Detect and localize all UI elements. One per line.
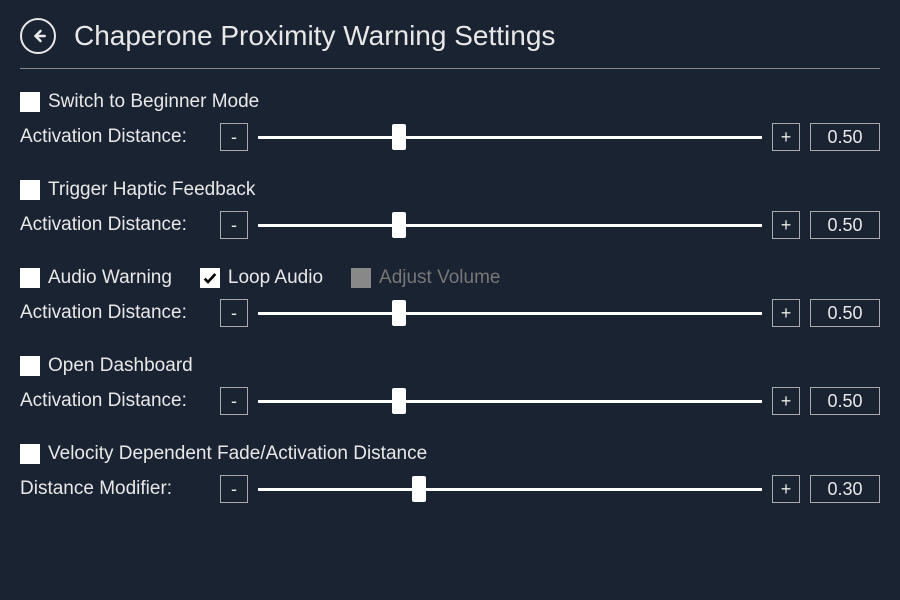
slider-track xyxy=(258,136,762,139)
velocity-plus-button[interactable]: + xyxy=(772,475,800,503)
beginner-mode-checkbox[interactable] xyxy=(20,92,40,112)
adjust-volume-checkbox xyxy=(351,268,371,288)
adjust-volume-label: Adjust Volume xyxy=(379,267,500,289)
section-beginner-mode: Switch to Beginner Mode Activation Dista… xyxy=(20,91,880,151)
haptic-slider[interactable] xyxy=(258,211,762,239)
slider-track xyxy=(258,488,762,491)
slider-handle[interactable] xyxy=(412,476,426,502)
slider-handle[interactable] xyxy=(392,300,406,326)
slider-track xyxy=(258,224,762,227)
loop-audio-checkbox[interactable] xyxy=(200,268,220,288)
audio-plus-button[interactable]: + xyxy=(772,299,800,327)
audio-minus-button[interactable]: - xyxy=(220,299,248,327)
slider-track xyxy=(258,312,762,315)
beginner-minus-button[interactable]: - xyxy=(220,123,248,151)
velocity-minus-button[interactable]: - xyxy=(220,475,248,503)
back-button[interactable] xyxy=(20,18,56,54)
slider-handle[interactable] xyxy=(392,124,406,150)
page-title: Chaperone Proximity Warning Settings xyxy=(74,20,555,52)
slider-handle[interactable] xyxy=(392,388,406,414)
audio-warning-label: Audio Warning xyxy=(48,267,172,289)
velocity-slider-label: Distance Modifier: xyxy=(20,478,210,500)
velocity-fade-checkbox[interactable] xyxy=(20,444,40,464)
haptic-slider-label: Activation Distance: xyxy=(20,214,210,236)
beginner-slider[interactable] xyxy=(258,123,762,151)
dashboard-slider-label: Activation Distance: xyxy=(20,390,210,412)
beginner-value[interactable]: 0.50 xyxy=(810,123,880,151)
audio-value[interactable]: 0.50 xyxy=(810,299,880,327)
audio-slider-label: Activation Distance: xyxy=(20,302,210,324)
section-open-dashboard: Open Dashboard Activation Distance: - + … xyxy=(20,355,880,415)
velocity-slider[interactable] xyxy=(258,475,762,503)
arrow-left-icon xyxy=(28,26,48,46)
beginner-mode-label: Switch to Beginner Mode xyxy=(48,91,259,113)
section-haptic-feedback: Trigger Haptic Feedback Activation Dista… xyxy=(20,179,880,239)
audio-slider[interactable] xyxy=(258,299,762,327)
beginner-slider-label: Activation Distance: xyxy=(20,126,210,148)
dashboard-value[interactable]: 0.50 xyxy=(810,387,880,415)
dashboard-plus-button[interactable]: + xyxy=(772,387,800,415)
header: Chaperone Proximity Warning Settings xyxy=(20,18,880,69)
loop-audio-label: Loop Audio xyxy=(228,267,323,289)
velocity-fade-label: Velocity Dependent Fade/Activation Dista… xyxy=(48,443,427,465)
section-audio-warning: Audio Warning Loop Audio Adjust Volume A… xyxy=(20,267,880,327)
haptic-plus-button[interactable]: + xyxy=(772,211,800,239)
slider-track xyxy=(258,400,762,403)
haptic-feedback-label: Trigger Haptic Feedback xyxy=(48,179,255,201)
open-dashboard-checkbox[interactable] xyxy=(20,356,40,376)
dashboard-minus-button[interactable]: - xyxy=(220,387,248,415)
section-velocity-fade: Velocity Dependent Fade/Activation Dista… xyxy=(20,443,880,503)
haptic-minus-button[interactable]: - xyxy=(220,211,248,239)
haptic-value[interactable]: 0.50 xyxy=(810,211,880,239)
slider-handle[interactable] xyxy=(392,212,406,238)
haptic-feedback-checkbox[interactable] xyxy=(20,180,40,200)
velocity-value[interactable]: 0.30 xyxy=(810,475,880,503)
audio-warning-checkbox[interactable] xyxy=(20,268,40,288)
dashboard-slider[interactable] xyxy=(258,387,762,415)
open-dashboard-label: Open Dashboard xyxy=(48,355,193,377)
beginner-plus-button[interactable]: + xyxy=(772,123,800,151)
